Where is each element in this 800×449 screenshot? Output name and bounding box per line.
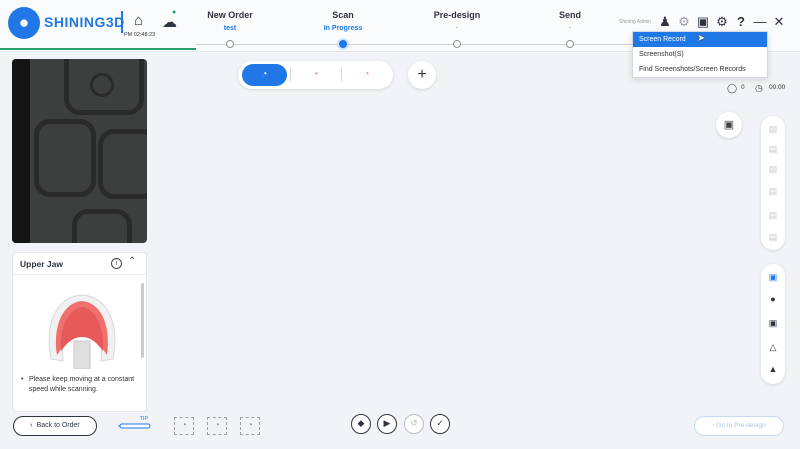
frame-count-icon: ◯ — [727, 83, 738, 93]
step-dot — [566, 40, 574, 48]
divider — [13, 274, 146, 275]
trim-tooth-icon[interactable]: ▲ — [765, 362, 781, 376]
user-label: Shining Admin — [619, 19, 651, 25]
scan-tools-panel: ▣ ● ▣ △ ▲ — [761, 264, 785, 384]
connection-status-icon: ● — [172, 9, 177, 16]
camera-preview — [12, 59, 147, 243]
step-dot — [339, 40, 347, 48]
play-button[interactable]: ▶ — [377, 414, 397, 434]
go-to-pre-design-button[interactable]: › Go to Pre-design — [694, 416, 784, 436]
step-dot — [453, 40, 461, 48]
camera-pattern — [90, 73, 114, 97]
tooth-logo-icon: ● — [8, 7, 40, 39]
close-icon[interactable]: ✕ — [771, 14, 787, 30]
logo-divider — [121, 11, 123, 33]
divider — [290, 68, 291, 82]
steps-line — [196, 44, 676, 45]
focus-area-icon[interactable]: ▣ — [765, 270, 781, 284]
view-tools-panel: ▤ ▤ ▤ ▤ ▤ ▤ — [761, 116, 785, 250]
frame-count: 0 — [741, 84, 745, 91]
progress-accent-bar — [0, 48, 196, 50]
step-new-order[interactable]: New Order test — [185, 10, 275, 48]
help-icon[interactable]: ? — [733, 14, 749, 29]
scan-timer: 00:00 — [769, 84, 786, 91]
brand-name: SHINING3D — [44, 14, 125, 30]
upper-jaw-illustration — [48, 294, 116, 369]
back-to-order-button[interactable]: ‹ Back to Order — [13, 416, 97, 436]
gear-icon[interactable]: ⚙ — [714, 14, 730, 30]
camera-shadow — [12, 59, 30, 243]
mouse-cursor-icon: ➤ — [697, 33, 706, 44]
chevron-left-icon: ‹ — [30, 422, 33, 429]
chevron-up-icon[interactable]: ⌃ — [128, 256, 136, 267]
divider — [341, 68, 342, 82]
user-icon[interactable]: ♟ — [657, 14, 673, 30]
step-label: New Order — [207, 10, 253, 20]
step-send[interactable]: Send - — [525, 10, 615, 48]
scan-tip-note: Please keep moving at a constant speed w… — [21, 375, 139, 395]
view-bottom-icon[interactable]: ▤ — [765, 208, 781, 222]
upper-jaw-button[interactable]: ◔ — [242, 64, 287, 86]
add-scan-button[interactable]: + — [408, 61, 436, 89]
screenshot-icon[interactable]: ▣ — [695, 14, 711, 30]
ai-scan-icon[interactable]: ◆ — [351, 414, 371, 434]
view-front-icon[interactable]: ▤ — [765, 142, 781, 156]
timer-icon: ◷ — [755, 83, 763, 93]
camera-pattern — [98, 129, 147, 199]
step-dot — [226, 40, 234, 48]
back-to-order-label: Back to Order — [36, 422, 80, 429]
measure-icon[interactable]: △ — [765, 340, 781, 354]
lock-area-icon[interactable]: ▣ — [765, 316, 781, 330]
jaw-title: Upper Jaw — [20, 259, 63, 269]
settings-wheel-icon[interactable]: ⚙ — [676, 14, 692, 30]
view-side-icon[interactable]: ▤ — [765, 162, 781, 176]
texture-icon[interactable]: ● — [765, 292, 781, 306]
jaw-selector: ◔ ◔ ◔ — [238, 61, 393, 89]
view-back-icon[interactable]: ▤ — [765, 184, 781, 198]
go-to-pre-design-label: Go to Pre-design — [716, 422, 766, 429]
step-sub: In Progress — [323, 25, 363, 32]
scrollbar[interactable] — [141, 283, 144, 358]
lower-jaw-button[interactable]: ◔ — [293, 64, 338, 86]
undo-button[interactable]: ↺ — [404, 414, 424, 434]
step-label: Pre-design — [433, 10, 481, 20]
step-sub: - — [568, 25, 572, 32]
menu-item-find-screenshots[interactable]: Find Screenshots/Screen Records — [633, 62, 767, 77]
bite-button[interactable]: ◔ — [344, 64, 389, 86]
camera-pattern — [34, 119, 96, 197]
step-pre-design[interactable]: Pre-design - — [412, 10, 502, 48]
scanner-probe-icon — [118, 423, 151, 429]
probe-label: TIP — [140, 416, 148, 422]
view-occlusal-icon[interactable]: ▤ — [765, 230, 781, 244]
menu-item-screenshot[interactable]: Screenshot(S) — [633, 47, 767, 62]
info-icon[interactable]: i — [111, 258, 122, 269]
step-sub: test — [223, 25, 237, 32]
step-label: Send — [558, 10, 581, 20]
scan-mode-upper-icon[interactable]: ◔ — [174, 417, 194, 435]
scan-mode-lower-icon[interactable]: ◔ — [207, 417, 227, 435]
minimize-icon[interactable]: — — [752, 14, 768, 29]
step-label: Scan — [332, 10, 354, 20]
view-top-icon[interactable]: ▤ — [765, 122, 781, 136]
clock-time: PM 02:48:23 — [124, 32, 156, 38]
view-cube-icon[interactable]: ▣ — [716, 112, 742, 138]
scan-mode-bite-icon[interactable]: ◔ — [240, 417, 260, 435]
camera-pattern — [72, 209, 132, 243]
step-scan[interactable]: Scan In Progress — [298, 10, 388, 48]
home-icon[interactable]: ⌂ — [134, 12, 143, 29]
jaw-info-panel: Upper Jaw i ⌃ Please keep moving at a co… — [12, 252, 147, 412]
confirm-button[interactable]: ✓ — [430, 414, 450, 434]
step-sub: - — [455, 25, 459, 32]
